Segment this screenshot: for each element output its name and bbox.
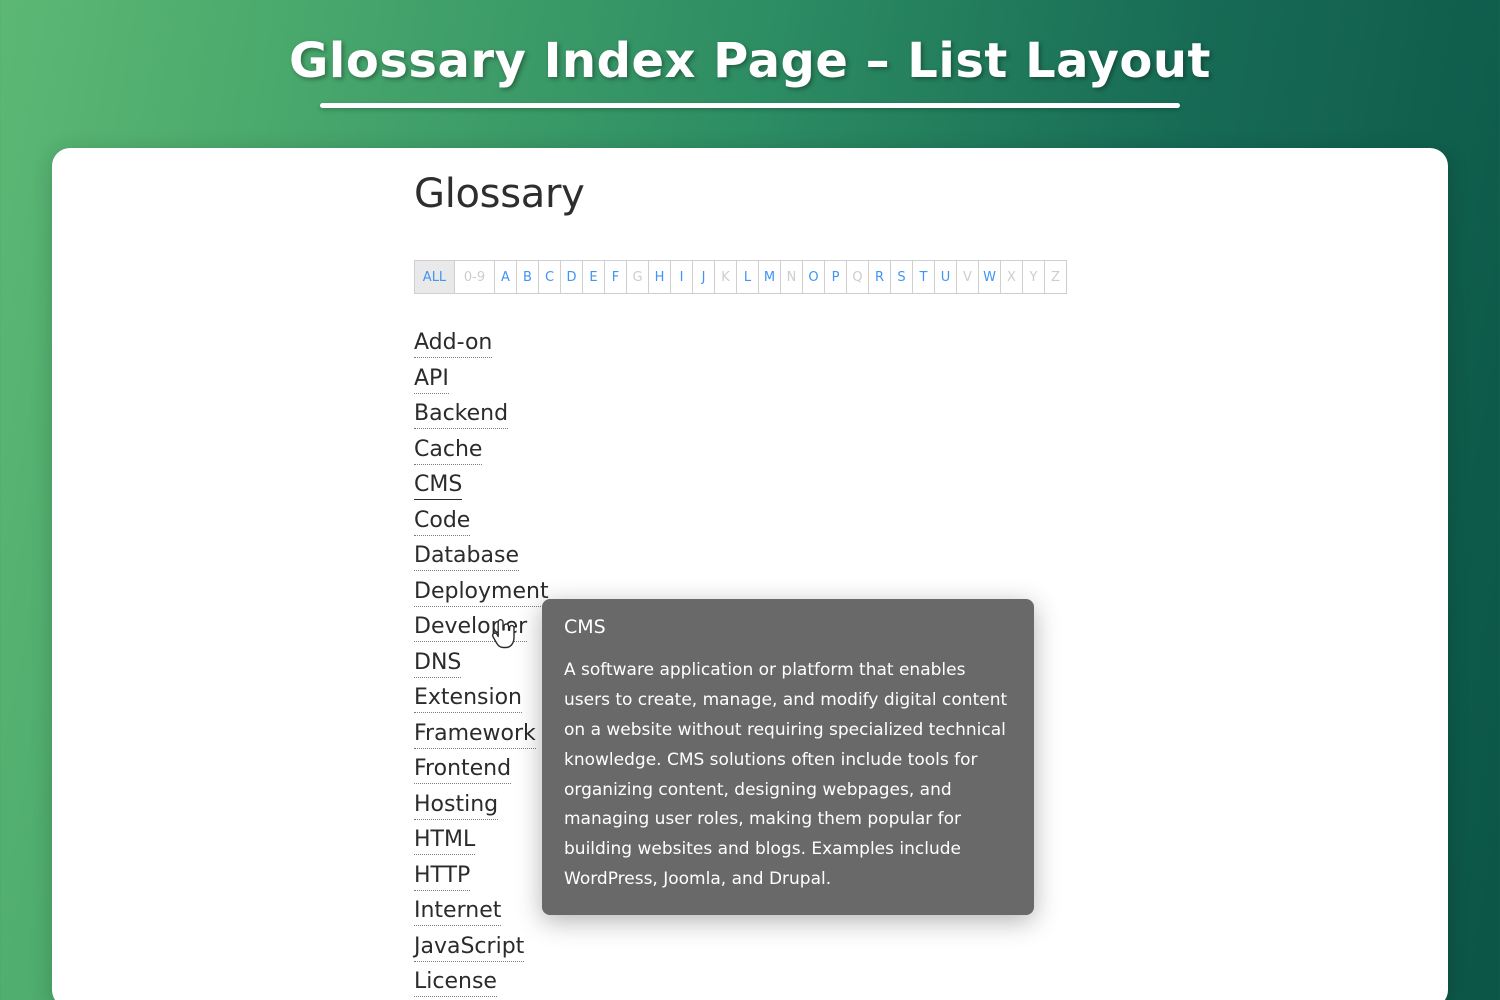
glossary-term-link[interactable]: Backend bbox=[414, 403, 509, 429]
glossary-term-link[interactable]: CMS bbox=[414, 474, 463, 500]
glossary-term-link[interactable]: Deployment bbox=[414, 580, 549, 607]
glossary-card: Glossary ALL 0-9 A B C D E F G H I J K L M N O P Q R S T U V W X Y… bbox=[52, 148, 1448, 1000]
alphabet-filter-r[interactable]: R bbox=[869, 261, 891, 293]
alphabet-filter-n: N bbox=[781, 261, 803, 293]
glossary-term-link[interactable]: Internet bbox=[414, 900, 502, 926]
glossary-term-link[interactable]: Framework bbox=[414, 722, 536, 749]
alphabet-filter-g: G bbox=[627, 261, 649, 293]
alphabet-filter-e[interactable]: E bbox=[583, 261, 605, 293]
alphabet-filter-o[interactable]: O bbox=[803, 261, 825, 293]
glossary-term-link[interactable]: Code bbox=[414, 509, 471, 536]
alphabet-filter-t[interactable]: T bbox=[913, 261, 935, 293]
list-item: Code bbox=[414, 509, 1414, 536]
page-title: Glossary Index Page – List Layout bbox=[289, 33, 1211, 89]
alphabet-filter-c[interactable]: C bbox=[539, 261, 561, 293]
alphabet-filter-p[interactable]: P bbox=[825, 261, 847, 293]
list-item: Backend bbox=[414, 403, 1414, 429]
alphabet-filter-d[interactable]: D bbox=[561, 261, 583, 293]
term-definition-tooltip: CMS A software application or platform t… bbox=[542, 599, 1034, 916]
list-item: License bbox=[414, 971, 1414, 997]
alphabet-filter-i[interactable]: I bbox=[671, 261, 693, 293]
glossary-term-link[interactable]: HTML bbox=[414, 829, 476, 855]
alphabet-filter-m[interactable]: M bbox=[759, 261, 781, 293]
list-item: Cache bbox=[414, 438, 1414, 465]
alphabet-filter-y: Y bbox=[1023, 261, 1045, 293]
glossary-term-link[interactable]: API bbox=[414, 367, 449, 394]
alphabet-filter-f[interactable]: F bbox=[605, 261, 627, 293]
title-underline-rule bbox=[320, 103, 1180, 109]
tooltip-body: A software application or platform that … bbox=[564, 659, 1008, 890]
alphabet-filter-all[interactable]: ALL bbox=[415, 261, 455, 293]
alphabet-filter-x: X bbox=[1001, 261, 1023, 293]
page-title-banner: Glossary Index Page – List Layout bbox=[0, 0, 1500, 148]
alphabet-filter-z: Z bbox=[1045, 261, 1067, 293]
list-item: API bbox=[414, 367, 1414, 394]
list-item: JavaScript bbox=[414, 935, 1414, 962]
glossary-term-link[interactable]: HTTP bbox=[414, 864, 471, 891]
alphabet-filter-u[interactable]: U bbox=[935, 261, 957, 293]
glossary-term-link[interactable]: Add-on bbox=[414, 332, 493, 358]
glossary-term-link[interactable]: License bbox=[414, 971, 497, 997]
alphabet-filter-q: Q bbox=[847, 261, 869, 293]
alphabet-filter-j[interactable]: J bbox=[693, 261, 715, 293]
glossary-term-link[interactable]: Cache bbox=[414, 438, 483, 465]
glossary-term-link[interactable]: Hosting bbox=[414, 793, 499, 820]
list-item: CMS bbox=[414, 474, 1414, 500]
alphabet-filter-l[interactable]: L bbox=[737, 261, 759, 293]
tooltip-title: CMS bbox=[564, 616, 606, 638]
glossary-term-link[interactable]: DNS bbox=[414, 651, 462, 678]
alphabet-filter-s[interactable]: S bbox=[891, 261, 913, 293]
alphabet-filter-b[interactable]: B bbox=[517, 261, 539, 293]
alphabet-filter-v: V bbox=[957, 261, 979, 293]
alphabet-filter-w[interactable]: W bbox=[979, 261, 1001, 293]
glossary-term-link[interactable]: Database bbox=[414, 545, 519, 571]
alphabet-filter-a[interactable]: A bbox=[495, 261, 517, 293]
alphabet-filter-bar[interactable]: ALL 0-9 A B C D E F G H I J K L M N O P Q R S T U V W X Y Z bbox=[414, 260, 1067, 294]
glossary-term-link[interactable]: Developer bbox=[414, 616, 528, 642]
alphabet-filter-k: K bbox=[715, 261, 737, 293]
list-item: Add-on bbox=[414, 332, 1414, 358]
alphabet-filter-0-9: 0-9 bbox=[455, 261, 495, 293]
glossary-term-link[interactable]: Frontend bbox=[414, 758, 512, 784]
glossary-term-link[interactable]: JavaScript bbox=[414, 935, 525, 962]
glossary-term-link[interactable]: Extension bbox=[414, 687, 523, 713]
list-item: Database bbox=[414, 545, 1414, 571]
page-heading: Glossary bbox=[414, 171, 585, 217]
alphabet-filter-h[interactable]: H bbox=[649, 261, 671, 293]
